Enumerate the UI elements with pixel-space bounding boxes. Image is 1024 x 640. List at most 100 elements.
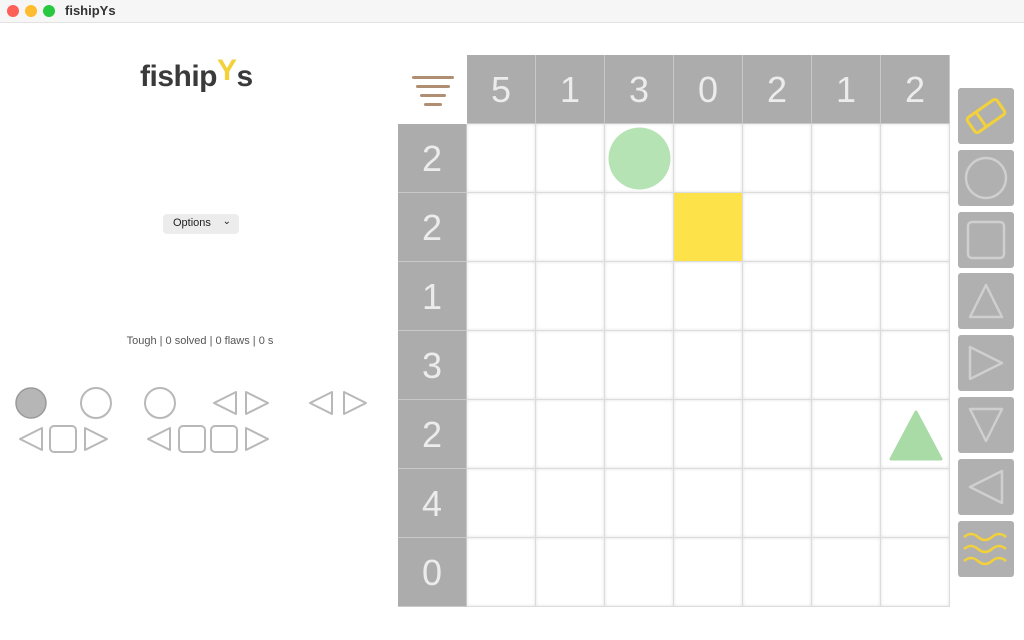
grid-cell[interactable]	[881, 469, 950, 538]
column-clue: 2	[881, 55, 950, 124]
grid-cell[interactable]	[674, 124, 743, 193]
game-status: Tough | 0 solved | 0 flaws | 0 s	[126, 335, 274, 347]
column-clue: 5	[467, 55, 536, 124]
menu-line	[416, 85, 450, 88]
column-clue: 1	[536, 55, 605, 124]
menu-button[interactable]	[410, 72, 456, 108]
fleet-left-icon	[309, 391, 333, 415]
grid-cell[interactable]	[605, 331, 674, 400]
grid-cell[interactable]	[743, 331, 812, 400]
grid-cell[interactable]	[536, 193, 605, 262]
grid-cell[interactable]	[881, 400, 950, 469]
grid-cell[interactable]	[605, 124, 674, 193]
grid-cell[interactable]	[467, 469, 536, 538]
grid-cell[interactable]	[881, 262, 950, 331]
options-dropdown[interactable]: Options ⌄	[163, 214, 239, 234]
tool-water-button[interactable]	[958, 520, 1014, 577]
logo-text-end: s	[236, 60, 254, 93]
grid-cell[interactable]	[812, 124, 881, 193]
circle-piece	[608, 127, 671, 190]
grid-cell[interactable]	[881, 538, 950, 607]
row-clue: 2	[398, 124, 467, 193]
tool-triangle-right-button[interactable]	[958, 335, 1014, 392]
tool-triangle-down-button[interactable]	[958, 397, 1014, 453]
grid-cell[interactable]	[674, 400, 743, 469]
grid-cell[interactable]	[881, 331, 950, 400]
grid-cell[interactable]	[812, 193, 881, 262]
chevron-down-icon: ⌄	[222, 216, 231, 227]
grid-cell[interactable]	[536, 400, 605, 469]
fleet-right-icon	[343, 391, 367, 415]
column-clue: 0	[674, 55, 743, 124]
close-window-button[interactable]	[7, 5, 19, 17]
grid-cell[interactable]	[674, 538, 743, 607]
grid-cell[interactable]	[605, 193, 674, 262]
grid-cell[interactable]	[881, 193, 950, 262]
triangle-down-icon	[968, 407, 1004, 443]
grid-cell[interactable]	[743, 262, 812, 331]
fleet-circle-filled-icon	[15, 387, 47, 419]
grid-cell[interactable]	[812, 469, 881, 538]
grid-cell[interactable]	[536, 469, 605, 538]
options-label: Options	[173, 217, 211, 229]
tool-triangle-left-button[interactable]	[958, 458, 1014, 515]
minimize-window-button[interactable]	[25, 5, 37, 17]
grid-cell[interactable]	[674, 331, 743, 400]
fleet-hints	[15, 387, 367, 453]
grid-cell[interactable]	[743, 469, 812, 538]
grid-cell[interactable]	[605, 469, 674, 538]
column-clue: 2	[743, 55, 812, 124]
grid-cell[interactable]	[743, 124, 812, 193]
eraser-icon	[965, 97, 1007, 135]
grid-cell[interactable]	[605, 262, 674, 331]
grid-cell[interactable]	[812, 262, 881, 331]
tool-eraser-button[interactable]	[958, 88, 1014, 144]
row-clue: 4	[398, 469, 467, 538]
fleet-square-icon	[210, 425, 238, 453]
grid-cell[interactable]	[536, 262, 605, 331]
tool-square-button[interactable]	[958, 211, 1014, 268]
grid-cell[interactable]	[812, 538, 881, 607]
triangle-right-icon	[968, 345, 1004, 381]
circle-shape	[608, 127, 671, 190]
grid-cell[interactable]	[743, 538, 812, 607]
grid-cell[interactable]	[812, 331, 881, 400]
fleet-left-icon	[213, 391, 237, 415]
grid-cell[interactable]	[674, 469, 743, 538]
grid-cell[interactable]	[467, 331, 536, 400]
triangle-left-icon	[968, 469, 1004, 505]
menu-line	[412, 76, 454, 79]
grid-cell[interactable]	[467, 124, 536, 193]
water-icon	[963, 532, 1007, 565]
fleet-circle-icon	[144, 387, 176, 419]
fleet-square-icon	[178, 425, 206, 453]
grid-cell[interactable]	[467, 193, 536, 262]
grid-cell[interactable]	[467, 538, 536, 607]
logo-text: fiship	[140, 60, 218, 93]
grid-cell[interactable]	[536, 331, 605, 400]
grid-cell[interactable]	[881, 124, 950, 193]
grid-cell[interactable]	[605, 538, 674, 607]
grid-cell[interactable]	[743, 400, 812, 469]
grid-cell[interactable]	[467, 400, 536, 469]
circle-icon	[964, 156, 1008, 200]
fleet-square-icon	[49, 425, 77, 453]
triangle-up-icon	[968, 284, 1004, 319]
zoom-window-button[interactable]	[43, 5, 55, 17]
title-bar: fishipYs	[0, 0, 1024, 23]
tool-circle-button[interactable]	[958, 149, 1014, 206]
grid-cell[interactable]	[467, 262, 536, 331]
grid-cell[interactable]	[674, 262, 743, 331]
grid-cell[interactable]	[536, 124, 605, 193]
grid-cell[interactable]	[605, 400, 674, 469]
row-clue: 0	[398, 538, 467, 607]
grid-cell-square-piece[interactable]	[674, 193, 743, 262]
grid-cell[interactable]	[536, 538, 605, 607]
triangle-up-piece	[889, 410, 943, 461]
grid-cell[interactable]	[743, 193, 812, 262]
row-clue: 2	[398, 400, 467, 469]
column-clue: 1	[812, 55, 881, 124]
fleet-right-icon	[84, 427, 108, 451]
tool-triangle-up-button[interactable]	[958, 273, 1014, 330]
grid-cell[interactable]	[812, 400, 881, 469]
